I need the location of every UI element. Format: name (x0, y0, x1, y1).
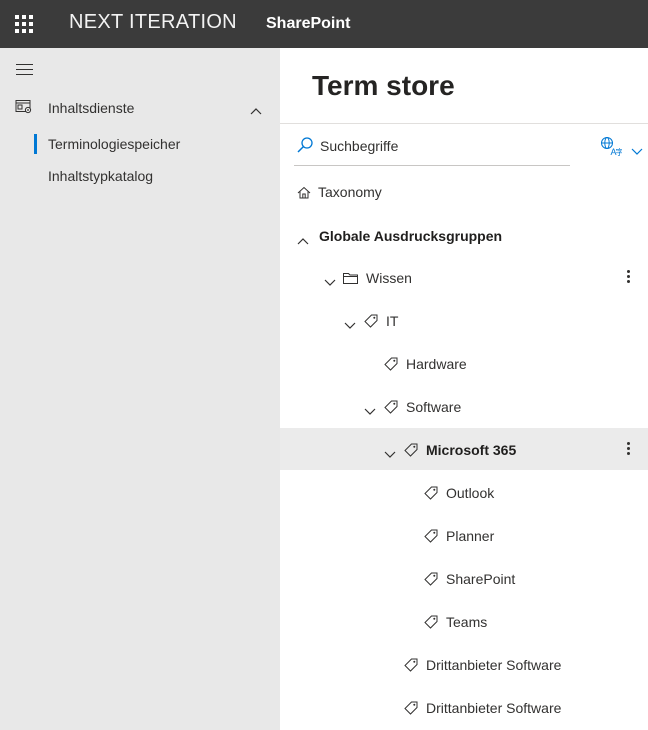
tag-icon (424, 572, 438, 591)
globe-language-icon: A 字 (600, 136, 624, 163)
search-icon (296, 136, 314, 159)
chevron-down-icon[interactable] (384, 446, 396, 464)
tag-icon (424, 529, 438, 548)
tree-item-taxonomy[interactable]: Taxonomy (280, 172, 648, 212)
search-input[interactable] (320, 135, 560, 157)
page-title: Term store (312, 70, 455, 101)
tree-item-outlook[interactable]: Outlook (280, 473, 648, 513)
brand-logo-text[interactable]: NEXT ITERATION (69, 11, 237, 34)
content-services-icon (15, 99, 33, 120)
tree-item-label: Drittanbieter Software (426, 700, 562, 716)
app-name-link[interactable]: SharePoint (266, 15, 350, 33)
tree-item-label: Planner (446, 528, 495, 544)
tree-item-wissen[interactable]: Wissen (280, 258, 648, 298)
tree-item-label: Wissen (366, 270, 412, 286)
nav-group-label: Inhaltsdienste (48, 100, 135, 116)
chevron-down-icon[interactable] (324, 274, 336, 292)
folder-icon (343, 271, 358, 289)
chevron-down-icon[interactable] (364, 403, 376, 421)
nav-item-inhaltstypkatalog[interactable]: Inhaltstypkatalog (0, 165, 280, 189)
tree-item-label: Hardware (406, 356, 467, 372)
tree-item-label: Microsoft 365 (426, 442, 517, 458)
tree-item-planner[interactable]: Planner (280, 516, 648, 556)
tree-item-software[interactable]: Software (280, 387, 648, 427)
suite-header: NEXT ITERATION SharePoint (0, 0, 648, 48)
tree-item-label: Drittanbieter Software (426, 657, 562, 673)
more-options-icon[interactable] (620, 440, 636, 460)
search-box[interactable] (294, 132, 570, 166)
chevron-up-icon[interactable] (250, 102, 262, 120)
svg-text:字: 字 (616, 147, 623, 157)
tag-icon (364, 314, 378, 333)
tree-item-hardware[interactable]: Hardware (280, 344, 648, 384)
tag-icon (404, 658, 418, 677)
tree-item-label: Software (406, 399, 462, 415)
selected-indicator (34, 134, 37, 154)
tag-icon (384, 357, 398, 376)
tree-item-globale-ausdrucksgruppen[interactable]: Globale Ausdrucksgruppen (280, 216, 648, 256)
more-options-icon[interactable] (620, 268, 636, 288)
nav-item-terminologiespeicher[interactable]: Terminologiespeicher (0, 133, 280, 157)
tree-item-label: SharePoint (446, 571, 516, 587)
left-navigation: Inhaltsdienste Terminologiespeicher Inha… (0, 48, 280, 730)
hamburger-menu-icon[interactable] (16, 64, 33, 76)
tree-item-label: Outlook (446, 485, 495, 501)
tag-icon (424, 486, 438, 505)
nav-group-inhaltsdienste[interactable]: Inhaltsdienste (0, 96, 280, 122)
tree-item-drittanbieter-software[interactable]: Drittanbieter Software (280, 688, 648, 728)
tree-item-drittanbieter-software[interactable]: Drittanbieter Software (280, 645, 648, 685)
home-icon (297, 186, 311, 204)
chevron-down-icon (631, 143, 643, 161)
tree-item-it[interactable]: IT (280, 301, 648, 341)
tree-item-label: Globale Ausdrucksgruppen (319, 228, 503, 244)
tag-icon (404, 443, 418, 462)
tree-item-teams[interactable]: Teams (280, 602, 648, 642)
divider (280, 123, 648, 124)
tag-icon (384, 400, 398, 419)
tag-icon (424, 615, 438, 634)
tree-item-sharepoint[interactable]: SharePoint (280, 559, 648, 599)
language-selector-button[interactable]: A 字 (600, 136, 644, 158)
tree-item-microsoft-365[interactable]: Microsoft 365 (280, 428, 648, 470)
tree-item-label: Taxonomy (318, 184, 382, 200)
chevron-up-icon[interactable] (297, 232, 309, 250)
tree-item-label: IT (386, 313, 399, 329)
nav-item-label: Terminologiespeicher (48, 136, 181, 152)
chevron-down-icon[interactable] (344, 317, 356, 335)
tree-item-label: Teams (446, 614, 488, 630)
nav-item-label: Inhaltstypkatalog (48, 168, 154, 184)
tag-icon (404, 701, 418, 720)
app-launcher-icon[interactable] (15, 15, 33, 33)
